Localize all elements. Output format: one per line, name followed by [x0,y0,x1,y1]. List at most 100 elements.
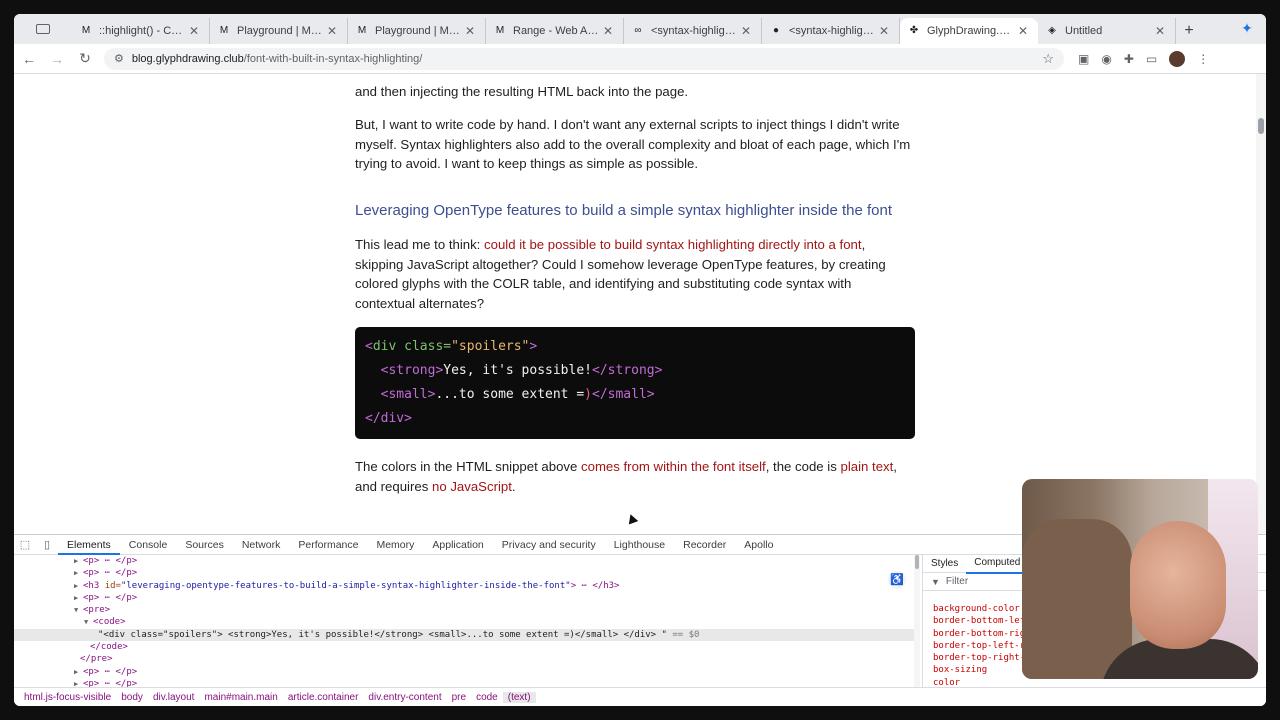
tab-search-button[interactable] [14,14,72,44]
inspect-element-icon[interactable]: ⬚ [14,538,36,551]
devtools-tab-recorder[interactable]: Recorder [674,535,735,555]
new-tab-button[interactable]: + [1176,18,1202,44]
crumb-code[interactable]: code [471,692,503,703]
close-icon[interactable]: ✕ [463,24,477,38]
back-button[interactable]: ← [16,46,42,72]
elements-scrollbar[interactable] [914,555,920,687]
dom-node-text: <p> ⋯ </p> [83,678,138,687]
dom-node[interactable]: ▶ <p> ⋯ </p> [14,678,920,687]
dom-node-tag-end: > ⋯ </h3> [570,580,620,591]
tab-1[interactable]: M Playground | MDN ✕ [210,18,348,44]
devtools-tab-sources[interactable]: Sources [176,535,233,555]
gemini-icon[interactable]: ✦ [1238,20,1256,38]
tab-6-active[interactable]: ✤ GlyphDrawing.Club - blog✕ [900,18,1038,44]
paragraph-prev: and then injecting the resulting HTML ba… [355,74,915,101]
mdn-icon: M [495,25,505,36]
expand-triangle-icon[interactable]: ▶ [74,580,83,592]
devtools-tab-console[interactable]: Console [120,535,177,555]
crumb-article[interactable]: article.container [283,692,364,703]
crumb-main[interactable]: main#main.main [199,692,282,703]
devtools-tab-application[interactable]: Application [423,535,492,555]
devtools-tab-performance[interactable]: Performance [289,535,367,555]
dom-node[interactable]: </code> [14,641,920,653]
devtools-tab-privacy[interactable]: Privacy and security [493,535,605,555]
tab-title: <syntax-highlight> element [789,25,877,37]
page-scrollbar[interactable] [1256,74,1266,534]
expand-triangle-icon[interactable]: ▶ [74,666,83,678]
tab-5[interactable]: ● <syntax-highlight> element✕ [762,18,900,44]
address-bar[interactable]: ⚙ blog.glyphdrawing.club/font-with-built… [104,47,1064,70]
accessibility-icon[interactable]: ♿ [888,571,906,589]
collapse-triangle-icon[interactable]: ▼ [84,616,93,628]
webcam-chair [1022,519,1132,679]
extension-a-icon[interactable]: ▣ [1078,52,1089,66]
code-token: class= [396,339,452,355]
filter-icon: ▼ [931,576,940,587]
crumb-body[interactable]: body [116,692,148,703]
collapse-triangle-icon[interactable]: ▼ [74,604,83,616]
device-toolbar-icon[interactable]: ▯ [36,538,58,551]
extensions-puzzle-icon[interactable]: ✚ [1124,52,1134,66]
article-content: and then injecting the resulting HTML ba… [355,74,915,511]
code-block: <div class="spoilers"> <strong>Yes, it's… [355,327,915,440]
devtools-tab-memory[interactable]: Memory [367,535,423,555]
elements-scrollbar-thumb[interactable] [915,555,919,569]
tab-styles[interactable]: Styles [923,555,966,573]
bookmark-star-icon[interactable]: ☆ [1042,51,1054,67]
devtools-tab-lighthouse[interactable]: Lighthouse [605,535,674,555]
paragraph-hand: But, I want to write code by hand. I don… [355,117,911,172]
mdn-icon: M [219,25,229,36]
expand-triangle-icon[interactable]: ▶ [74,678,83,687]
elements-tree: ▶ <p> ⋯ </p> ▶ <p> ⋯ </p> ▶ <h3 id="leverag… [14,555,920,687]
toolbar-icons: ▣ ◉ ✚ ▭ ⋮ [1078,50,1209,67]
dom-node[interactable]: ▼ <pre> [14,604,920,616]
dom-breadcrumb: html.js-focus-visible body div.layout ma… [14,687,1266,706]
forward-button[interactable]: → [44,46,70,72]
close-icon[interactable]: ✕ [187,24,201,38]
paragraph-colors: The colors in the HTML snippet above com… [355,457,915,496]
devtools-tab-elements[interactable]: Elements [58,535,120,555]
menu-kebab-icon[interactable]: ⋮ [1197,52,1209,66]
dom-node-attr: id= [104,580,121,591]
tab-computed[interactable]: Computed [966,554,1029,574]
tab-title: ::highlight() - CSS | MDN [99,25,187,37]
dom-node[interactable]: ▶ <h3 id="leveraging-opentype-features-to… [14,580,920,592]
expand-triangle-icon[interactable]: ▶ [74,592,83,604]
close-icon[interactable]: ✕ [1016,24,1030,38]
close-icon[interactable]: ✕ [601,24,615,38]
reload-button[interactable]: ↻ [72,46,98,72]
filter-placeholder: Filter [945,576,969,587]
dom-node[interactable]: ▶ <p> ⋯ </p> [14,555,920,567]
tab-7[interactable]: ◈ Untitled ✕ [1038,18,1176,44]
password-manager-icon[interactable]: ◉ [1101,52,1111,66]
side-panel-icon[interactable]: ▭ [1146,52,1157,66]
dom-node[interactable]: ▼ <code> [14,616,920,628]
close-icon[interactable]: ✕ [739,24,753,38]
dom-node[interactable]: ▶ <p> ⋯ </p> [14,666,920,678]
profile-avatar[interactable] [1169,50,1186,67]
page-scrollbar-thumb[interactable] [1258,118,1264,134]
tab-4[interactable]: ∞ <syntax-highlight> element✕ [624,18,762,44]
close-icon[interactable]: ✕ [325,24,339,38]
close-icon[interactable]: ✕ [877,24,891,38]
crumb-pre[interactable]: pre [447,692,471,703]
code-token: ) [584,387,592,403]
crumb-text[interactable]: (text) [502,692,536,703]
expand-triangle-icon[interactable]: ▶ [74,567,83,579]
tab-3[interactable]: M Range - Web APIs | MDN✕ [486,18,624,44]
close-icon[interactable]: ✕ [1153,24,1167,38]
crumb-entry-content[interactable]: div.entry-content [363,692,446,703]
site-info-icon[interactable]: ⚙ [114,52,124,65]
dom-node-selected[interactable]: "<div class="spoilers"> <strong>Yes, it'… [14,628,920,642]
dom-node[interactable]: ▶ <p> ⋯ </p> [14,567,920,579]
tab-title: GlyphDrawing.Club - blog [927,25,1016,37]
tab-2[interactable]: M Playground | MDN ✕ [348,18,486,44]
dom-node[interactable]: </pre> [14,653,920,665]
crumb-layout[interactable]: div.layout [148,692,200,703]
tab-0[interactable]: M::highlight() - CSS | MDN✕ [72,18,210,44]
devtools-tab-apollo[interactable]: Apollo [735,535,782,555]
expand-triangle-icon[interactable]: ▶ [74,555,83,567]
crumb-html[interactable]: html.js-focus-visible [19,692,116,703]
devtools-tab-network[interactable]: Network [233,535,290,555]
dom-node[interactable]: ▶ <p> ⋯ </p> [14,592,920,604]
